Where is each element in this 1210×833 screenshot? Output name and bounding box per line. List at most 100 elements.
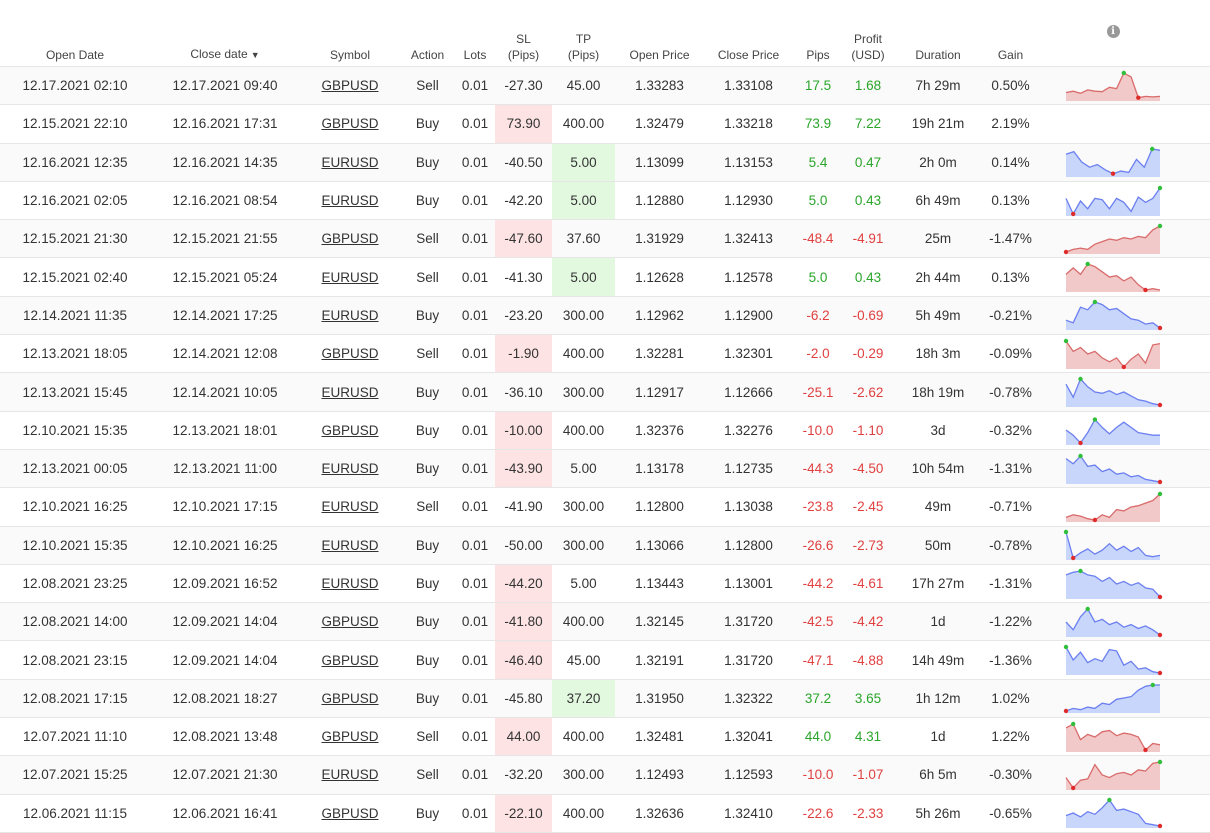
info-icon[interactable]: i: [1106, 25, 1120, 38]
trade-sparkline[interactable]: [1063, 261, 1163, 293]
symbol-link[interactable]: EURUSD: [300, 257, 400, 297]
col-tp[interactable]: TP (Pips): [552, 0, 615, 67]
symbol-link[interactable]: GBPUSD: [300, 717, 400, 756]
trade-sparkline[interactable]: [1063, 721, 1163, 753]
table-row[interactable]: 12.10.2021 16:25 12.10.2021 17:15 EURUSD Se…: [0, 487, 1210, 527]
symbol-link[interactable]: EURUSD: [300, 372, 400, 412]
trade-sparkline[interactable]: [1063, 453, 1163, 485]
duration-cell: 6h 49m: [893, 180, 983, 220]
open-price-cell: 1.31950: [615, 678, 704, 718]
symbol-link[interactable]: GBPUSD: [300, 65, 400, 105]
trade-sparkline-cell: [1038, 295, 1188, 335]
symbol-link[interactable]: GBPUSD: [300, 334, 400, 373]
table-row[interactable]: 12.08.2021 17:15 12.08.2021 18:27 GBPUSD Bu…: [0, 678, 1210, 718]
sl-cell: -45.80: [495, 678, 552, 718]
table-row[interactable]: 12.15.2021 22:10 12.16.2021 17:31 GBPUSD Bu…: [0, 104, 1210, 144]
close-date-cell: 12.10.2021 17:15: [150, 487, 300, 527]
col-open-price[interactable]: Open Price: [615, 0, 704, 67]
duration-cell: 18h 19m: [893, 372, 983, 412]
table-row[interactable]: 12.06.2021 11:15 12.06.2021 16:41 GBPUSD Bu…: [0, 793, 1210, 833]
trade-sparkline[interactable]: [1063, 568, 1163, 600]
table-row[interactable]: 12.15.2021 21:30 12.15.2021 21:55 GBPUSD Se…: [0, 219, 1210, 258]
table-row[interactable]: 12.10.2021 15:35 12.10.2021 16:25 EURUSD Bu…: [0, 525, 1210, 565]
col-close-date[interactable]: Close date ▼: [150, 0, 300, 67]
open-date-cell: 12.10.2021 15:35: [0, 525, 150, 565]
table-row[interactable]: 12.08.2021 14:00 12.09.2021 14:04 GBPUSD Bu…: [0, 602, 1210, 641]
table-row[interactable]: 12.14.2021 11:35 12.14.2021 17:25 EURUSD Bu…: [0, 295, 1210, 335]
open-price-cell: 1.13099: [615, 142, 704, 182]
gain-cell: 0.14%: [983, 142, 1038, 182]
symbol-link[interactable]: EURUSD: [300, 295, 400, 335]
col-lots[interactable]: Lots: [455, 0, 495, 67]
table-row[interactable]: 12.08.2021 23:25 12.09.2021 16:52 EURUSD Bu…: [0, 563, 1210, 603]
trade-sparkline[interactable]: [1063, 185, 1163, 217]
close-price-cell: 1.32413: [704, 219, 793, 258]
col-pips[interactable]: Pips: [793, 0, 843, 67]
pips-cell: -47.1: [793, 640, 843, 680]
sparkline-low-dot: [1157, 326, 1163, 331]
duration-cell: 14h 49m: [893, 640, 983, 680]
table-row[interactable]: 12.13.2021 15:45 12.14.2021 10:05 EURUSD Bu…: [0, 372, 1210, 412]
sl-cell: -42.20: [495, 180, 552, 220]
col-gain[interactable]: Gain: [983, 0, 1038, 67]
table-row[interactable]: 12.08.2021 23:15 12.09.2021 14:04 GBPUSD Bu…: [0, 640, 1210, 680]
col-profit[interactable]: Profit (USD): [843, 0, 893, 67]
trade-sparkline[interactable]: [1063, 299, 1163, 331]
symbol-link[interactable]: GBPUSD: [300, 678, 400, 718]
symbol-link[interactable]: EURUSD: [300, 142, 400, 182]
sparkline-low-dot: [1092, 517, 1098, 523]
symbol-link[interactable]: EURUSD: [300, 448, 400, 488]
trade-sparkline[interactable]: [1063, 682, 1163, 714]
col-close-price[interactable]: Close Price: [704, 0, 793, 67]
table-row[interactable]: 12.17.2021 02:10 12.17.2021 09:40 GBPUSD Se…: [0, 65, 1210, 105]
trade-sparkline[interactable]: [1063, 644, 1163, 676]
trade-sparkline[interactable]: [1063, 529, 1163, 561]
trade-sparkline[interactable]: [1063, 223, 1163, 255]
table-row[interactable]: 12.10.2021 15:35 12.13.2021 18:01 GBPUSD Bu…: [0, 410, 1210, 450]
symbol-link[interactable]: GBPUSD: [300, 219, 400, 258]
duration-cell: 6h 5m: [893, 755, 983, 795]
trade-sparkline[interactable]: [1063, 759, 1163, 791]
trade-sparkline[interactable]: [1063, 797, 1163, 829]
duration-cell: 25m: [893, 219, 983, 258]
table-row[interactable]: 12.13.2021 18:05 12.14.2021 12:08 GBPUSD Se…: [0, 334, 1210, 373]
symbol-link[interactable]: EURUSD: [300, 525, 400, 565]
trade-sparkline[interactable]: [1063, 70, 1163, 102]
duration-cell: 1h 12m: [893, 678, 983, 718]
action-cell: Buy: [400, 104, 455, 144]
table-row[interactable]: 12.13.2021 00:05 12.13.2021 11:00 EURUSD Bu…: [0, 448, 1210, 488]
table-row[interactable]: 12.15.2021 02:40 12.15.2021 05:24 EURUSD Se…: [0, 257, 1210, 297]
lots-cell: 0.01: [455, 334, 495, 373]
symbol-link[interactable]: EURUSD: [300, 755, 400, 795]
trade-sparkline[interactable]: [1063, 491, 1163, 523]
table-row[interactable]: 12.16.2021 02:05 12.16.2021 08:54 EURUSD Bu…: [0, 180, 1210, 220]
symbol-link[interactable]: GBPUSD: [300, 602, 400, 641]
col-sl[interactable]: SL (Pips): [495, 0, 552, 67]
trade-sparkline-cell: [1038, 65, 1188, 105]
symbol-link[interactable]: EURUSD: [300, 180, 400, 220]
symbol-link[interactable]: EURUSD: [300, 487, 400, 527]
col-symbol[interactable]: Symbol: [300, 0, 400, 67]
trade-sparkline[interactable]: [1063, 146, 1163, 178]
symbol-link[interactable]: GBPUSD: [300, 640, 400, 680]
trade-sparkline[interactable]: [1063, 376, 1163, 408]
symbol-link[interactable]: EURUSD: [300, 563, 400, 603]
col-action[interactable]: Action: [400, 0, 455, 67]
duration-cell: 2h 0m: [893, 142, 983, 182]
trade-sparkline[interactable]: [1063, 414, 1163, 446]
col-open-date[interactable]: Open Date: [0, 0, 150, 67]
symbol-link[interactable]: GBPUSD: [300, 793, 400, 833]
trade-sparkline[interactable]: [1063, 338, 1163, 370]
col-duration[interactable]: Duration: [893, 0, 983, 67]
table-row[interactable]: 12.07.2021 11:10 12.08.2021 13:48 GBPUSD Se…: [0, 717, 1210, 756]
table-row[interactable]: 12.07.2021 15:25 12.07.2021 21:30 EURUSD Se…: [0, 755, 1210, 795]
table-row[interactable]: 12.16.2021 12:35 12.16.2021 14:35 EURUSD Bu…: [0, 142, 1210, 182]
trade-sparkline[interactable]: [1063, 606, 1163, 638]
symbol-link[interactable]: GBPUSD: [300, 104, 400, 144]
symbol-link[interactable]: GBPUSD: [300, 410, 400, 450]
open-price-cell: 1.13443: [615, 563, 704, 603]
sparkline-area: [1066, 685, 1160, 714]
duration-cell: 17h 27m: [893, 563, 983, 603]
gain-cell: -1.31%: [983, 563, 1038, 603]
pips-cell: -22.6: [793, 793, 843, 833]
